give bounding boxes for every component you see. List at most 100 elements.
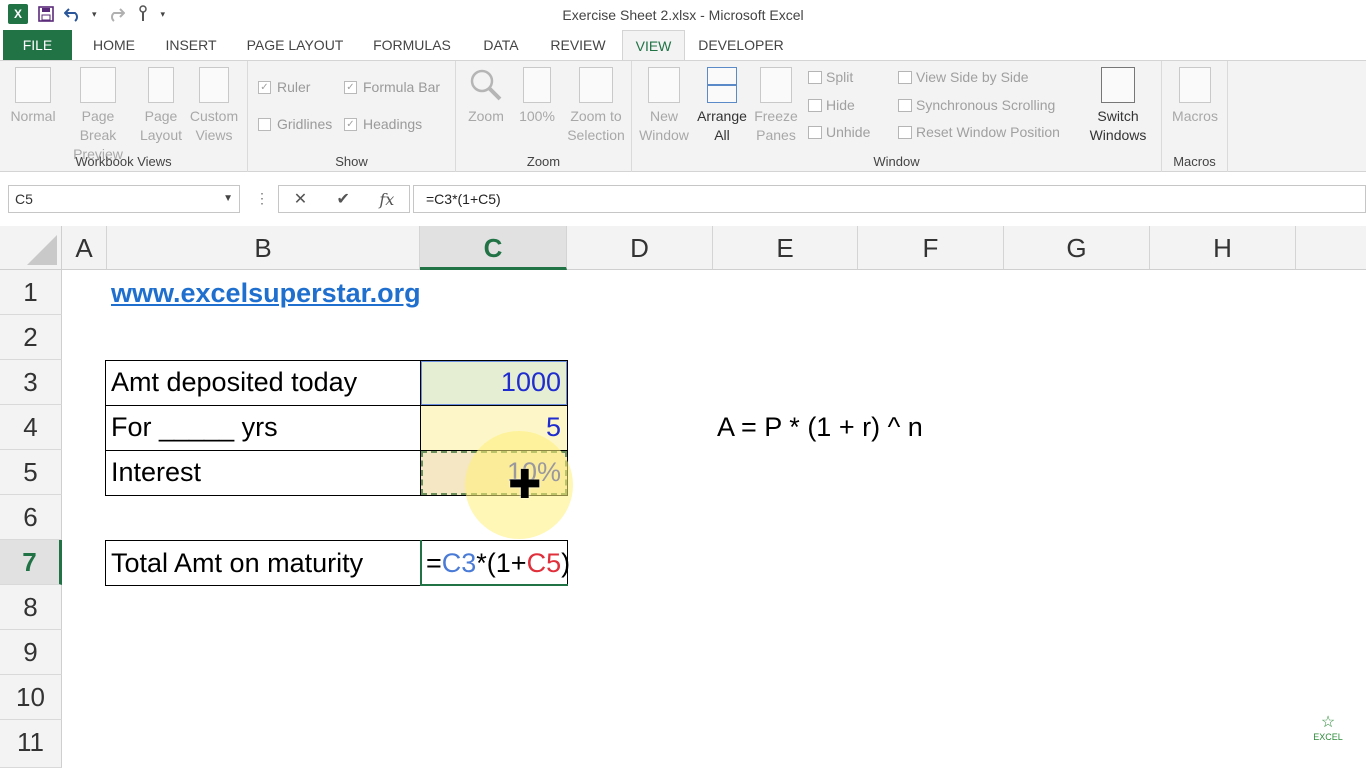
title-bar: X ▾ ▾ Exercise Sheet 2.xlsx - Microsoft … [0, 0, 1366, 30]
zoom-button[interactable]: Zoom [462, 67, 510, 126]
split-button[interactable]: Split [808, 69, 853, 85]
page-layout-view-button[interactable]: Page Layout [137, 67, 185, 145]
insert-function-icon[interactable]: fx [379, 190, 394, 209]
col-header-e[interactable]: E [713, 226, 858, 270]
custom-views-icon [199, 67, 229, 103]
ruler-check-icon: ✓ [258, 80, 271, 94]
reset-window-position-button[interactable]: Reset Window Position [898, 124, 1060, 140]
new-window-button[interactable]: New Window [638, 67, 690, 145]
formula-bar-grip-icon[interactable]: ⋮ [255, 190, 269, 207]
group-macros: Macros Macros [1162, 61, 1228, 173]
macros-label: Macros [1172, 108, 1218, 124]
cancel-icon[interactable]: ✕ [294, 189, 307, 209]
page-break-preview-button[interactable]: Page Break Preview [62, 67, 134, 164]
col-header-g[interactable]: G [1004, 226, 1150, 270]
normal-view-icon [15, 67, 51, 103]
custom-views-button[interactable]: Custom Views [186, 67, 242, 145]
switch-windows-button[interactable]: Switch Windows [1080, 67, 1156, 145]
group-workbook-views: Normal Page Break Preview Page Layout Cu… [0, 61, 248, 173]
cell-b5[interactable]: Interest [111, 450, 201, 495]
c7-ref-c5: C5 [526, 548, 562, 578]
tab-home[interactable]: HOME [80, 30, 148, 60]
normal-view-button[interactable]: Normal [7, 67, 59, 126]
formula-bar-area: C5 ▼ ⋮ ✕ ✔ fx =C3*(1+C5) [0, 172, 1366, 226]
zoom-selection-icon [579, 67, 613, 103]
row-header-11[interactable]: 11 [0, 720, 62, 768]
reset-position-label: Reset Window Position [916, 124, 1060, 140]
cell-e4-formula-note[interactable]: A = P * (1 + r) ^ n [717, 405, 923, 450]
cell-c3[interactable]: 1000 [421, 360, 567, 405]
col-header-a[interactable]: A [62, 226, 107, 270]
tab-formulas[interactable]: FORMULAS [362, 30, 462, 60]
cell-b3[interactable]: Amt deposited today [111, 360, 357, 405]
cell-b4[interactable]: For _____ yrs [111, 405, 278, 450]
row-header-7[interactable]: 7 [0, 540, 62, 585]
star-icon: ☆ [1320, 714, 1336, 731]
row-header-1[interactable]: 1 [0, 270, 62, 315]
group-show: ✓ Ruler ✓ Formula Bar Gridlines ✓ Headin… [248, 61, 456, 173]
row-header-6[interactable]: 6 [0, 495, 62, 540]
zoom-to-selection-button[interactable]: Zoom to Selection [562, 67, 630, 145]
row-header-8[interactable]: 8 [0, 585, 62, 630]
worksheet-grid[interactable]: A B C D E F G H 1 2 3 4 5 6 7 8 9 10 11 … [0, 226, 1366, 768]
enter-icon[interactable]: ✔ [337, 189, 350, 209]
headings-checkbox[interactable]: ✓ Headings [344, 116, 422, 132]
new-window-label-1: New [649, 108, 678, 124]
custom-views-label-2: Views [195, 127, 233, 143]
unhide-label: Unhide [826, 124, 871, 140]
tab-developer[interactable]: DEVELOPER [693, 30, 789, 60]
formula-input[interactable]: =C3*(1+C5) [413, 185, 1366, 213]
cell-c7-editing[interactable]: =C3*(1+C5) [426, 541, 570, 586]
normal-view-label: Normal [10, 108, 56, 124]
cell-b1[interactable]: www.excelsuperstar.org [111, 271, 421, 316]
col-header-b[interactable]: B [107, 226, 420, 270]
cell-b7[interactable]: Total Amt on maturity [111, 541, 363, 586]
row-header-9[interactable]: 9 [0, 630, 62, 675]
hide-label: Hide [826, 97, 855, 113]
row-header-2[interactable]: 2 [0, 315, 62, 360]
tab-file[interactable]: FILE [3, 30, 72, 60]
tab-insert[interactable]: INSERT [155, 30, 227, 60]
row-header-4[interactable]: 4 [0, 405, 62, 450]
tab-review[interactable]: REVIEW [540, 30, 616, 60]
row-header-10[interactable]: 10 [0, 675, 62, 720]
macros-icon [1179, 67, 1211, 103]
macros-button[interactable]: Macros [1168, 67, 1222, 126]
formula-bar-checkbox[interactable]: ✓ Formula Bar [344, 79, 440, 95]
arrange-all-icon [707, 67, 737, 103]
name-box-value: C5 [15, 191, 33, 207]
col-header-f[interactable]: F [858, 226, 1004, 270]
reset-position-icon [898, 125, 912, 139]
website-link[interactable]: www.excelsuperstar.org [111, 278, 421, 308]
zoom-100-button[interactable]: 100% [514, 67, 560, 126]
c7-mid: *(1+ [476, 548, 527, 578]
col-header-h[interactable]: H [1150, 226, 1296, 270]
tab-data[interactable]: DATA [471, 30, 531, 60]
ruler-checkbox[interactable]: ✓ Ruler [258, 79, 310, 95]
unhide-button[interactable]: Unhide [808, 124, 870, 140]
window-title: Exercise Sheet 2.xlsx - Microsoft Excel [562, 7, 804, 23]
show-label: Show [335, 154, 368, 169]
col-header-d[interactable]: D [567, 226, 713, 270]
row-header-3[interactable]: 3 [0, 360, 62, 405]
name-box[interactable]: C5 ▼ [8, 185, 240, 213]
tab-view[interactable]: VIEW [622, 30, 685, 61]
freeze-panes-button[interactable]: Freeze Panes [752, 67, 800, 145]
page-break-label-1: Page Break [79, 108, 117, 143]
hide-button[interactable]: Hide [808, 97, 855, 113]
synchronous-scrolling-button[interactable]: Synchronous Scrolling [898, 97, 1055, 113]
gridlines-checkbox[interactable]: Gridlines [258, 116, 332, 132]
freeze-panes-label-1: Freeze [754, 108, 798, 124]
headings-check-icon: ✓ [344, 117, 357, 131]
row-header-5[interactable]: 5 [0, 450, 62, 495]
col-header-filler [1296, 226, 1366, 270]
zoom-label: Zoom [468, 108, 504, 124]
select-all-corner[interactable] [0, 226, 62, 270]
name-box-dropdown-icon[interactable]: ▼ [223, 186, 233, 212]
formula-bar-check-icon: ✓ [344, 80, 357, 94]
arrange-all-button[interactable]: Arrange All [694, 67, 750, 145]
arrange-all-label-2: All [714, 127, 730, 143]
view-side-by-side-button[interactable]: View Side by Side [898, 69, 1029, 85]
col-header-c[interactable]: C [420, 226, 567, 270]
tab-page-layout[interactable]: PAGE LAYOUT [236, 30, 354, 60]
